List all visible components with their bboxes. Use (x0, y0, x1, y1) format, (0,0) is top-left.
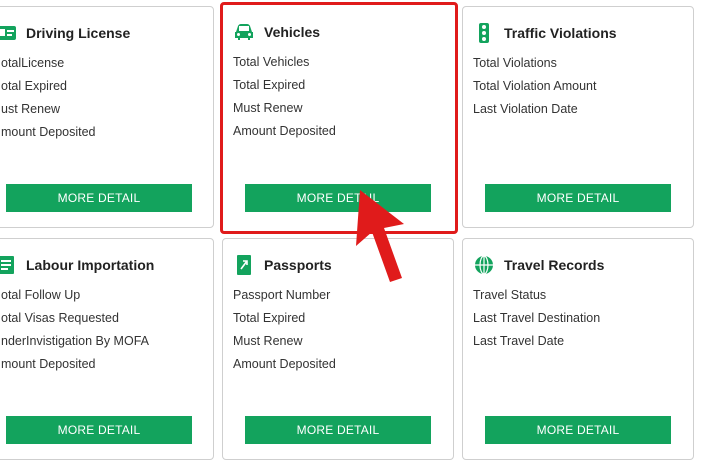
document-icon (0, 256, 14, 274)
card-traffic-violations: Traffic Violations Total Violations Tota… (462, 6, 694, 228)
card-row: Must Renew (233, 101, 303, 115)
card-title: Labour Importation (26, 257, 155, 273)
traffic-light-icon (479, 23, 489, 43)
card-title: Travel Records (504, 257, 605, 273)
card-travel-records: Travel Records Travel Status Last Travel… (462, 238, 694, 460)
card-row: Total Expired (233, 311, 306, 325)
card-row: Total Violation Amount (473, 79, 597, 93)
card-row: Last Travel Destination (473, 311, 601, 325)
card-row: otal Visas Requested (1, 311, 119, 325)
card-row: Must Renew (233, 334, 303, 348)
card-row: otalLicense (1, 56, 65, 70)
more-detail-button[interactable]: MORE DETAIL (485, 416, 671, 444)
card-title: Traffic Violations (504, 25, 617, 41)
more-detail-button[interactable]: MORE DETAIL (6, 184, 192, 212)
card-row: Amount Deposited (233, 357, 336, 371)
card-row: nderInvistigation By MOFA (1, 334, 149, 348)
passport-icon (237, 255, 251, 275)
more-detail-button[interactable]: MORE DETAIL (6, 416, 192, 444)
card-title: Driving License (26, 25, 131, 41)
more-detail-button[interactable]: MORE DETAIL (245, 416, 431, 444)
card-title: Vehicles (264, 24, 321, 40)
card-row: Total Expired (233, 78, 306, 92)
card-row: Total Violations (473, 56, 557, 70)
car-icon (235, 24, 253, 40)
card-row: mount Deposited (1, 357, 96, 371)
card-driving-license: Driving License otalLicense otal Expired… (0, 6, 214, 228)
card-row: Travel Status (473, 288, 547, 302)
card-title: Passports (264, 257, 332, 273)
id-card-icon (0, 26, 16, 40)
card-row: otal Follow Up (1, 288, 81, 302)
card-row: Total Vehicles (233, 55, 310, 69)
card-vehicles: Vehicles Total Vehicles Total Expired Mu… (220, 2, 458, 234)
card-row: otal Expired (1, 79, 68, 93)
card-row: mount Deposited (1, 125, 96, 139)
card-labour-importation: Labour Importation otal Follow Up otal V… (0, 238, 214, 460)
card-row: ust Renew (1, 102, 61, 116)
card-row: Last Violation Date (473, 102, 578, 116)
card-row: Amount Deposited (233, 124, 336, 138)
globe-icon (475, 255, 493, 275)
more-detail-button[interactable]: MORE DETAIL (485, 184, 671, 212)
card-row: Last Travel Date (473, 334, 565, 348)
annotation-arrow-icon (356, 190, 404, 282)
